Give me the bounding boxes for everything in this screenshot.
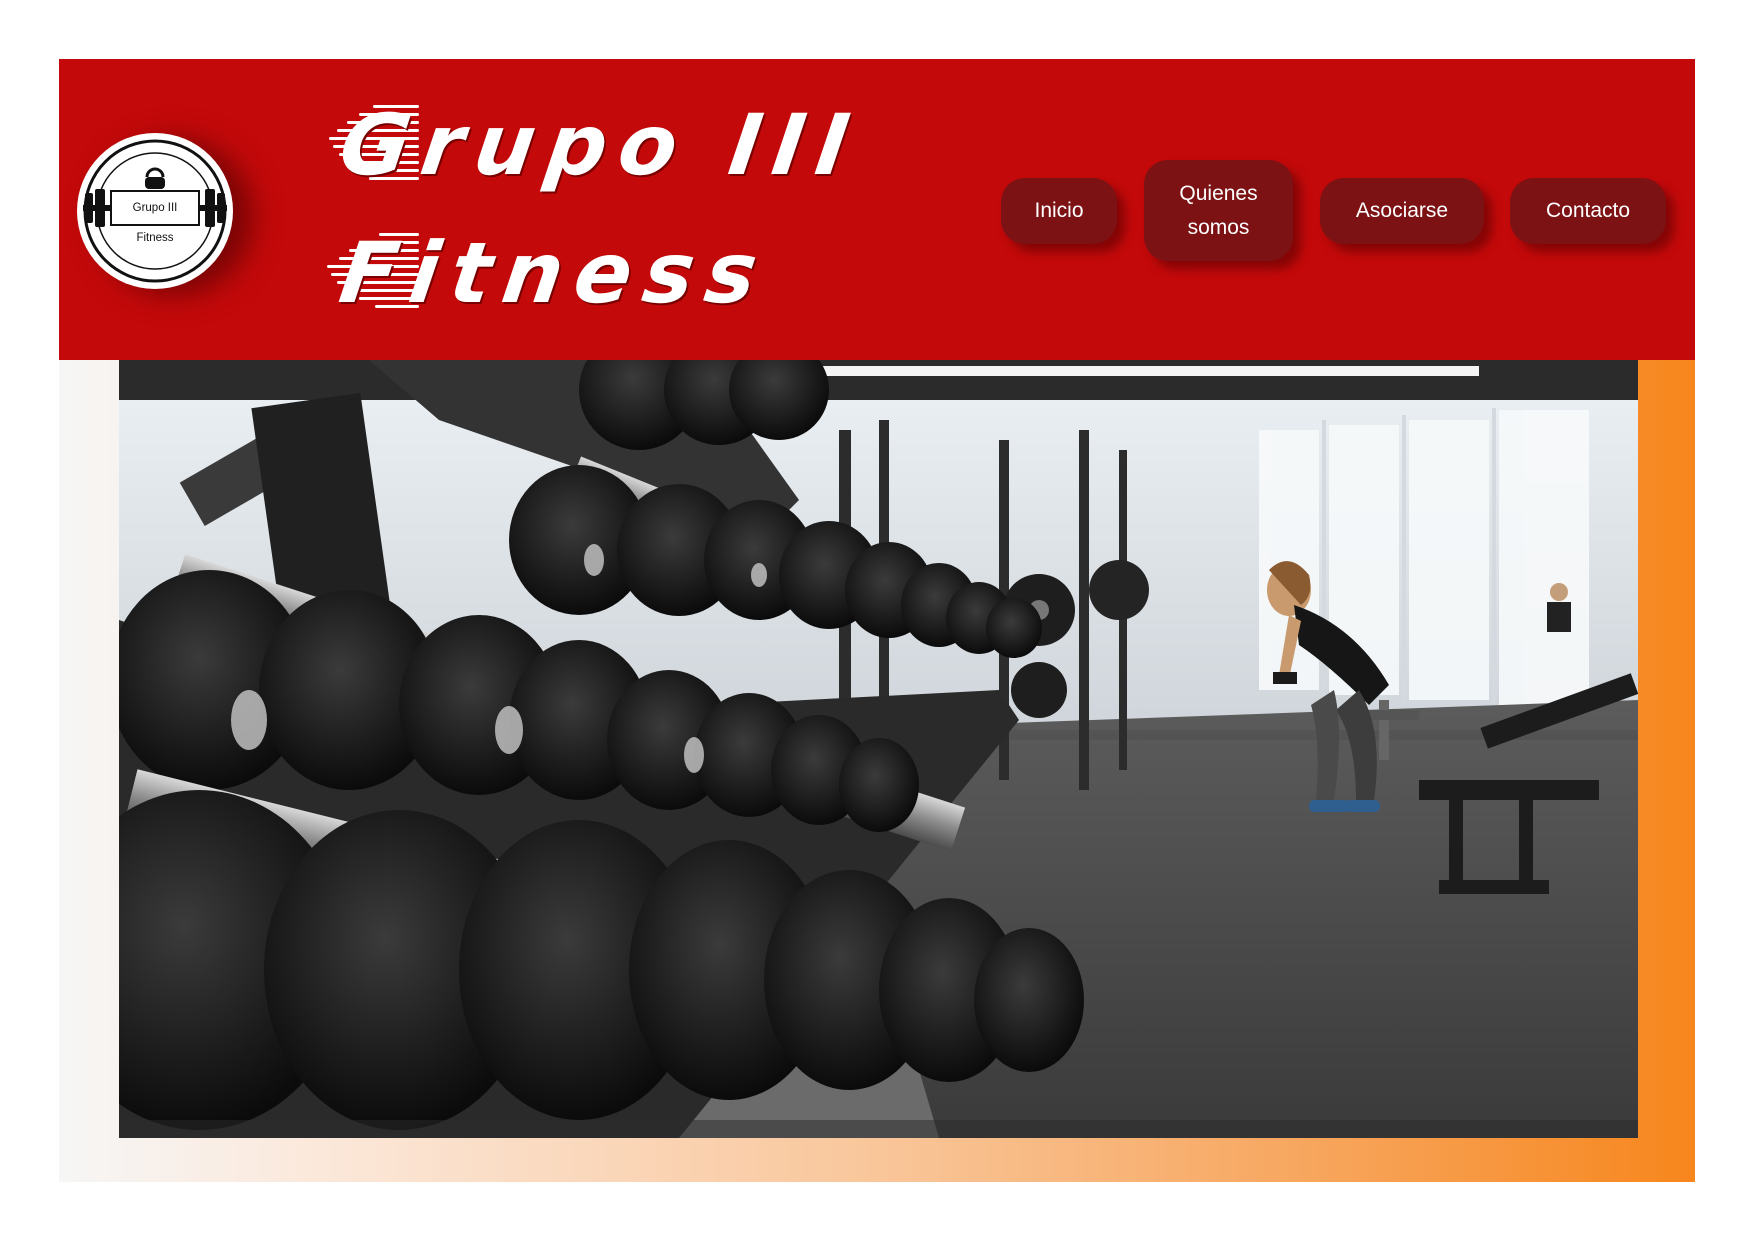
logo-text-line1: Grupo III	[132, 202, 178, 214]
nav-asociarse-button[interactable]: Asociarse	[1320, 178, 1484, 244]
nav-contacto-label: Contacto	[1545, 199, 1631, 222]
nav-quienes-somos-label: Quienes somos	[1179, 181, 1258, 239]
nav-inicio-button[interactable]: Inicio	[1001, 178, 1117, 244]
gym-photo-illustration	[119, 360, 1638, 1138]
hero-image	[119, 360, 1638, 1138]
site-logo[interactable]: Grupo III Fitness	[77, 133, 233, 289]
nav-asociarse-label: Asociarse	[1355, 199, 1449, 222]
brand-title: Grupo III Fitness	[299, 95, 999, 335]
page-container: Grupo III Fitness Grupo III Fitness Inic…	[59, 59, 1695, 1182]
nav-quienes-somos-button[interactable]: Quienes somos	[1144, 160, 1293, 261]
nav-inicio-label: Inicio	[1034, 199, 1084, 222]
brand-title-line1: Grupo III	[299, 95, 939, 199]
brand-word-fitness: Fitness	[334, 224, 775, 322]
nav-contacto-button[interactable]: Contacto	[1510, 178, 1666, 244]
brand-word-grupo: Grupo III	[334, 96, 867, 194]
logo-text-line2: Fitness	[136, 232, 174, 244]
brand-title-line2: Fitness	[299, 223, 899, 327]
site-header: Grupo III Fitness Grupo III Fitness Inic…	[59, 59, 1695, 360]
